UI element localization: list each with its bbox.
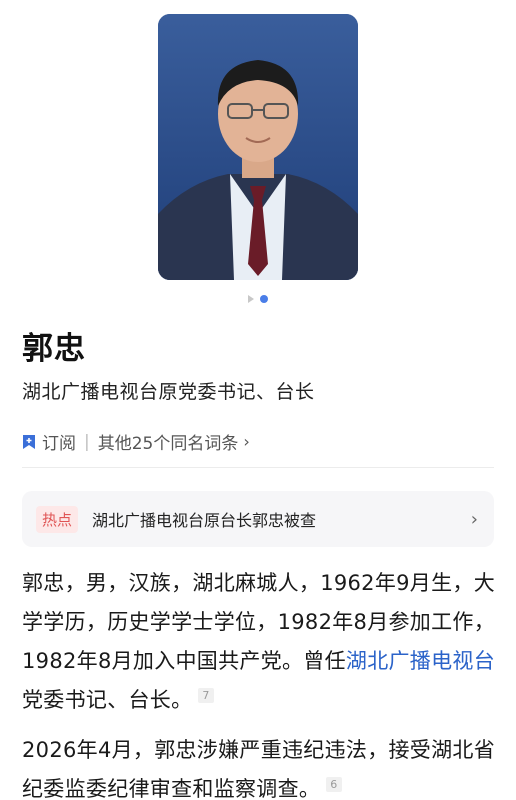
bio-paragraph-1: 郭忠，男，汉族，湖北麻城人，1962年9月生，大学学历，历史学学士学位，1982…: [22, 564, 498, 720]
divider: [22, 467, 494, 468]
other-entries-link[interactable]: 其他25个同名词条: [98, 429, 239, 454]
profile-photo[interactable]: [158, 14, 358, 280]
hot-badge: 热点: [36, 505, 79, 533]
chevron-right-icon[interactable]: ›: [471, 509, 478, 530]
carousel-dot-active[interactable]: [260, 295, 268, 303]
bio-text: 2026年4月，郭忠涉嫌严重违纪违法，接受湖北省纪委监委纪律审查和监察调查。: [22, 738, 496, 800]
bio-text-tail: 党委书记、台长。: [22, 688, 193, 712]
page-subtitle: 湖北广播电视台原党委书记、台长: [22, 381, 315, 403]
subscribe-button[interactable]: 订阅: [42, 429, 76, 454]
bio-paragraph-2: 2026年4月，郭忠涉嫌严重违纪违法，接受湖北省纪委监委纪律审查和监察调查。 6: [22, 731, 498, 800]
bookmark-icon[interactable]: [22, 434, 36, 450]
page-title: 郭忠: [22, 331, 86, 367]
separator: |: [84, 431, 90, 452]
subscribe-row: 订阅 | 其他25个同名词条 ›: [22, 429, 250, 454]
carousel-indicator[interactable]: [0, 295, 516, 303]
tv-station-link[interactable]: 湖北广播电视台: [346, 649, 495, 673]
chevron-right-icon[interactable]: ›: [243, 432, 249, 451]
hot-news-card[interactable]: 热点 湖北广播电视台原台长郭忠被查 ›: [22, 491, 494, 547]
citation-ref[interactable]: 7: [198, 688, 214, 703]
citation-ref[interactable]: 6: [326, 777, 342, 792]
carousel-prev-icon[interactable]: [248, 295, 254, 303]
hot-news-text[interactable]: 湖北广播电视台原台长郭忠被查: [92, 507, 471, 531]
